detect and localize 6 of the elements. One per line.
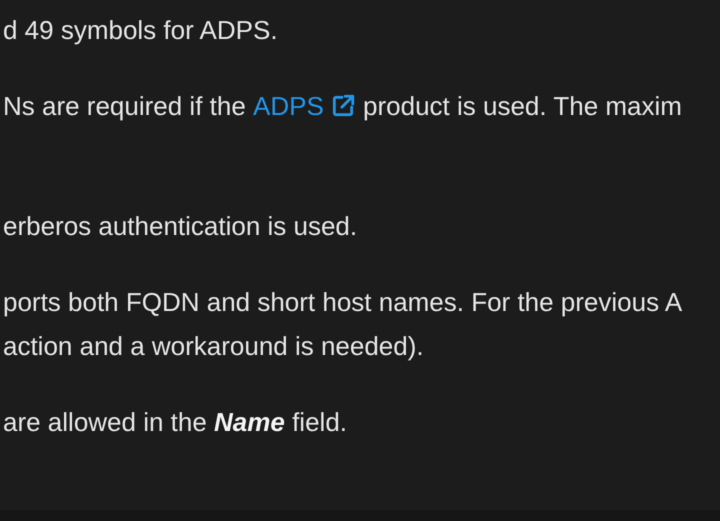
paragraph-text: ports both FQDN and short host names. For the previous A action and a workaround is needed). bbox=[3, 286, 684, 363]
paragraph-text: Ns are required if the ADPS product is used. The maxim bbox=[3, 84, 720, 128]
paragraph-text: are allowed in the Name field. bbox=[3, 406, 348, 439]
paragraph-text: d 49 symbols for ADPS. bbox=[3, 14, 279, 47]
paragraph-text: erberos authentication is used. bbox=[3, 210, 358, 243]
doc-link[interactable]: ADPS bbox=[253, 84, 356, 128]
